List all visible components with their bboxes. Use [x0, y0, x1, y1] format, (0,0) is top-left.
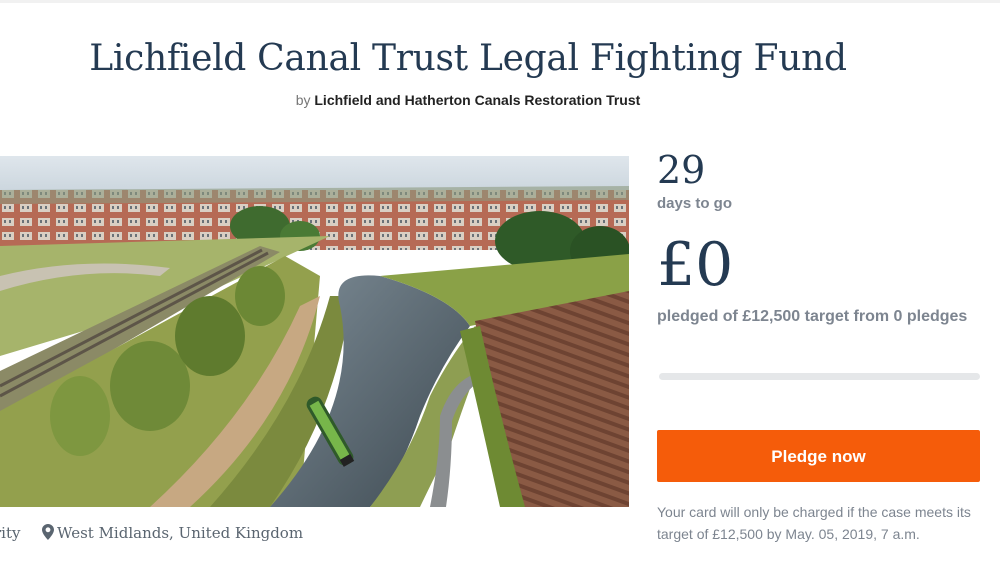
pledge-now-button[interactable]: Pledge now	[657, 430, 980, 482]
location-text: West Midlands, United Kingdom	[57, 524, 304, 542]
map-pin-icon	[42, 524, 54, 540]
project-meta: rity West Midlands, United Kingdom	[0, 522, 629, 546]
top-bar	[0, 0, 1000, 3]
pledged-summary: pledged of £12,500 target from 0 pledges	[657, 308, 968, 325]
charge-note: Your card will only be charged if the ca…	[657, 504, 971, 542]
hero-image	[0, 156, 629, 507]
byline-prefix: by	[295, 92, 311, 108]
location-link[interactable]: West Midlands, United Kingdom	[42, 524, 303, 542]
page-title: Lichfield Canal Trust Legal Fighting Fun…	[89, 38, 847, 79]
days-left-label: days to go	[657, 195, 733, 212]
days-left-count: 29	[657, 148, 706, 192]
funding-progress-bar	[659, 373, 980, 380]
organisation-link[interactable]: Lichfield and Hatherton Canals Restorati…	[314, 92, 640, 108]
pledged-amount: £0	[657, 230, 734, 300]
byline: by Lichfield and Hatherton Canals Restor…	[0, 92, 936, 108]
category-label[interactable]: rity	[0, 524, 20, 542]
